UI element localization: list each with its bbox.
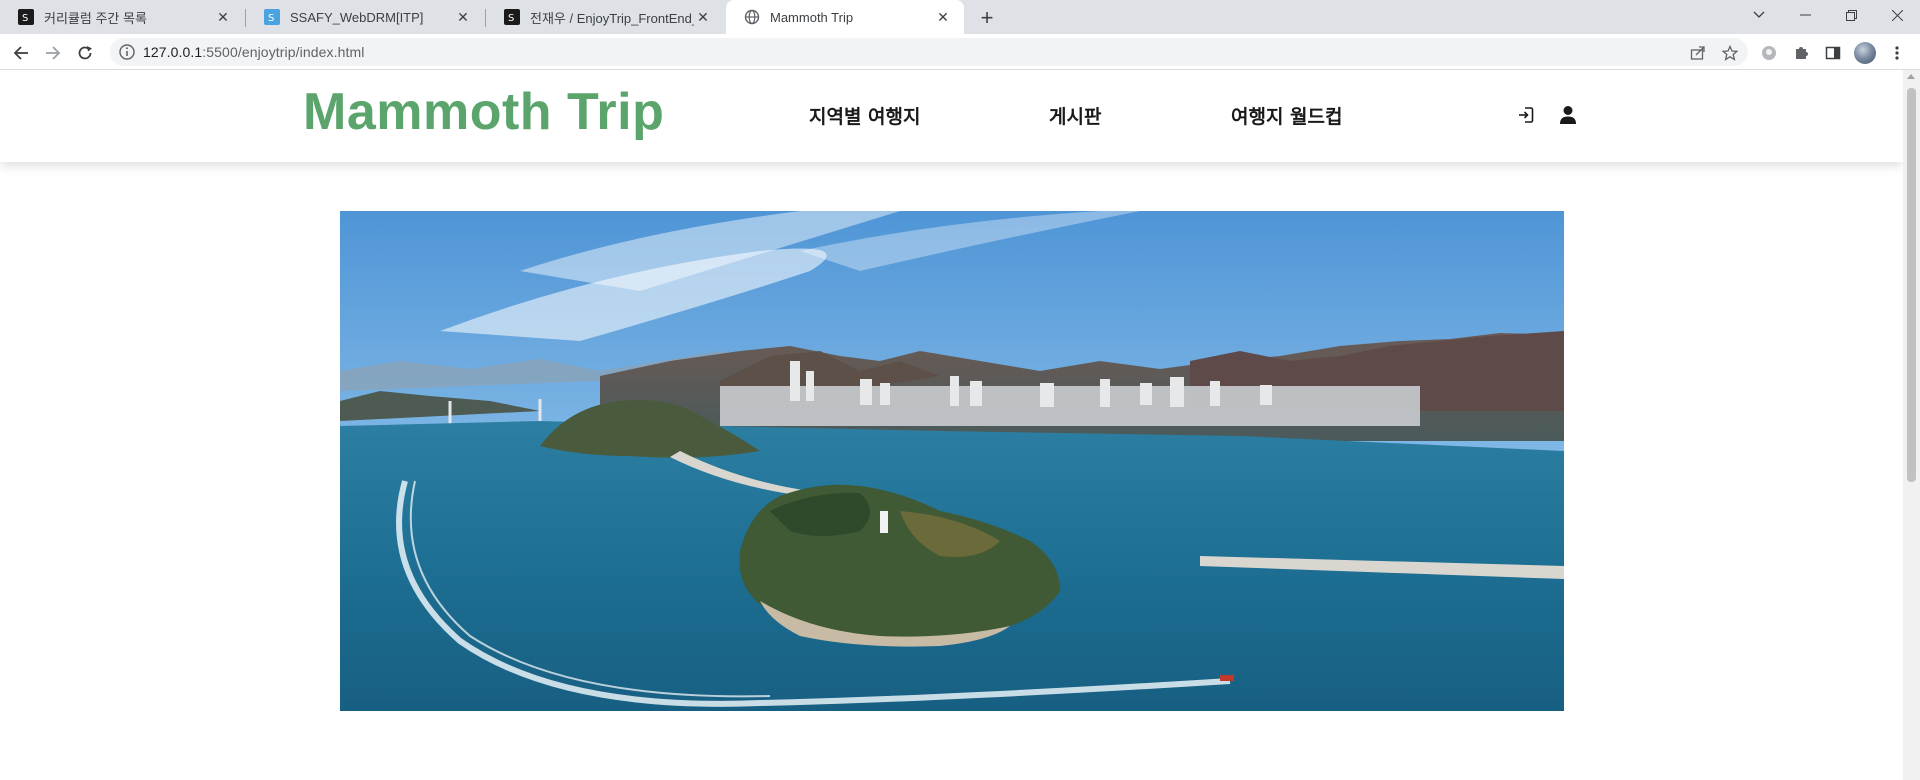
- ssafy-favicon-icon: S: [504, 9, 520, 25]
- browser-toolbar: 127.0.0.1:5500/enjoytrip/index.html: [0, 34, 1920, 70]
- svg-text:S: S: [268, 13, 274, 24]
- nav-destination-worldcup[interactable]: 여행지 월드컵: [1231, 102, 1343, 129]
- user-icon[interactable]: [1557, 104, 1579, 126]
- aerial-harbor-island-photo: [340, 211, 1564, 711]
- share-icon[interactable]: [1688, 43, 1708, 63]
- tab-title: Mammoth Trip: [770, 9, 854, 25]
- close-icon[interactable]: ✕: [934, 8, 952, 26]
- nav-regional-destinations[interactable]: 지역별 여행지: [809, 102, 921, 129]
- browser-tab[interactable]: S 커리큘럼 주간 목록 ✕: [0, 0, 244, 34]
- bookmark-star-icon[interactable]: [1720, 43, 1740, 63]
- web-page: Mammoth Trip 지역별 여행지 게시판 여행지 월드컵: [0, 70, 1903, 780]
- extension-github-icon[interactable]: [1758, 42, 1780, 64]
- site-header: Mammoth Trip 지역별 여행지 게시판 여행지 월드컵: [0, 70, 1903, 162]
- scroll-thumb[interactable]: [1907, 88, 1916, 482]
- close-icon[interactable]: ✕: [694, 8, 712, 26]
- forward-arrow-icon[interactable]: [40, 40, 66, 66]
- restore-button[interactable]: [1828, 0, 1874, 30]
- side-panel-icon[interactable]: [1822, 42, 1844, 64]
- close-icon[interactable]: ✕: [454, 8, 472, 26]
- browser-tabstrip: S 커리큘럼 주간 목록 ✕ S SSAFY_WebDRM[ITP] ✕ S 전…: [0, 0, 1920, 34]
- tab-title: 커리큘럼 주간 목록: [44, 10, 147, 26]
- tab-title: SSAFY_WebDRM[ITP]: [290, 9, 424, 25]
- extensions-puzzle-icon[interactable]: [1790, 42, 1812, 64]
- url-host: 127.0.0.1: [143, 44, 203, 60]
- url-path: :5500/enjoytrip/index.html: [202, 44, 365, 60]
- new-tab-button[interactable]: +: [974, 5, 1000, 31]
- ssafy-favicon-icon: S: [18, 9, 34, 25]
- address-bar[interactable]: 127.0.0.1:5500/enjoytrip/index.html: [110, 38, 1748, 66]
- back-arrow-icon[interactable]: [8, 40, 34, 66]
- browser-tab-active[interactable]: Mammoth Trip ✕: [726, 0, 964, 34]
- site-info-icon[interactable]: [118, 43, 136, 61]
- window-close-button[interactable]: [1874, 0, 1920, 30]
- url-text: 127.0.0.1:5500/enjoytrip/index.html: [143, 44, 364, 60]
- tab-title: 전재우 / EnjoyTrip_FrontEnd_서: [530, 10, 694, 26]
- login-icon[interactable]: [1515, 104, 1537, 126]
- browser-tab[interactable]: S SSAFY_WebDRM[ITP] ✕: [246, 0, 484, 34]
- nav-board[interactable]: 게시판: [1049, 102, 1101, 129]
- webdrm-favicon-icon: S: [264, 9, 280, 25]
- profile-avatar[interactable]: [1854, 42, 1876, 64]
- svg-text:S: S: [22, 13, 28, 24]
- more-menu-icon[interactable]: [1886, 42, 1908, 64]
- globe-icon: [744, 9, 760, 25]
- page-scrollbar[interactable]: [1903, 70, 1920, 780]
- browser-tab[interactable]: S 전재우 / EnjoyTrip_FrontEnd_서 ✕: [486, 0, 724, 34]
- reload-icon[interactable]: [72, 40, 98, 66]
- close-icon[interactable]: ✕: [214, 8, 232, 26]
- tab-search-icon[interactable]: [1736, 0, 1782, 30]
- hero-image: [340, 211, 1564, 711]
- site-logo[interactable]: Mammoth Trip: [303, 82, 664, 142]
- minimize-button[interactable]: [1782, 0, 1828, 30]
- svg-text:S: S: [508, 13, 514, 24]
- scroll-up-arrow-icon[interactable]: [1907, 74, 1915, 79]
